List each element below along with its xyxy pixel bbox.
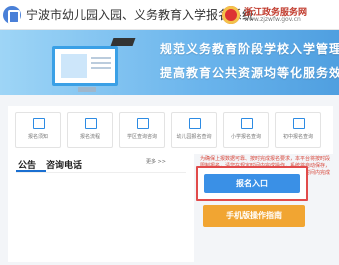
service-registration-notes[interactable]: 报名须知 bbox=[15, 112, 61, 148]
register-entry-button[interactable]: 报名入口 bbox=[204, 174, 300, 193]
service-junior-query[interactable]: 初中报名查询 bbox=[275, 112, 321, 148]
service-label: 学区查询咨询 bbox=[126, 134, 157, 140]
page-title: 宁波市幼儿园入园、义务教育入学报名系统 bbox=[26, 8, 255, 22]
service-label: 初中报名查询 bbox=[282, 134, 313, 140]
divider bbox=[16, 172, 186, 173]
header: 宁波市幼儿园入园、义务教育入学报名系统 浙江政务服务网 www.zjzwfw.g… bbox=[0, 0, 339, 30]
service-kindergarten-query[interactable]: 幼儿园报名查询 bbox=[171, 112, 217, 148]
service-label: 幼儿园报名查询 bbox=[176, 134, 212, 140]
banner: 规范义务教育阶段学校入学管理 提高教育公共资源均等化服务效率 bbox=[0, 30, 339, 95]
tab-consult-phone[interactable]: 咨询电话 bbox=[46, 158, 82, 171]
more-link[interactable]: 更多 >> bbox=[146, 158, 166, 165]
service-district-query[interactable]: 学区查询咨询 bbox=[119, 112, 165, 148]
service-label: 报名流程 bbox=[79, 134, 100, 140]
register-highlight: 报名入口 bbox=[196, 166, 308, 201]
service-primary-query[interactable]: 小学报名查询 bbox=[223, 112, 269, 148]
mobile-guide-button[interactable]: 手机版操作指南 bbox=[203, 205, 305, 227]
map-icon bbox=[137, 118, 149, 129]
graduation-cap-icon bbox=[110, 38, 136, 46]
monitor-stand bbox=[78, 87, 96, 92]
text-lines-illustration bbox=[91, 57, 111, 59]
gov-portal-link[interactable]: 浙江政务服务网 www.zjzwfw.gov.cn bbox=[222, 4, 336, 26]
school-icon bbox=[189, 118, 201, 129]
service-label: 报名须知 bbox=[27, 134, 48, 140]
gov-portal-url: www.zjzwfw.gov.cn bbox=[244, 16, 301, 23]
school-icon bbox=[241, 118, 253, 129]
banner-slogan-2: 提高教育公共资源均等化服务效率 bbox=[160, 66, 339, 80]
monitor-illustration bbox=[52, 46, 118, 86]
document-icon bbox=[85, 118, 97, 129]
emblem-icon bbox=[222, 6, 240, 24]
service-label: 小学报名查询 bbox=[230, 134, 261, 140]
building-icon bbox=[33, 118, 45, 129]
service-registration-process[interactable]: 报名流程 bbox=[67, 112, 113, 148]
banner-slogan-1: 规范义务教育阶段学校入学管理 bbox=[160, 42, 339, 56]
logo-icon bbox=[3, 6, 21, 24]
services-panel: 报名须知 报名流程 学区查询咨询 幼儿园报名查询 小学报名查询 初中报名查询 bbox=[8, 106, 333, 154]
school-icon bbox=[293, 118, 305, 129]
announcement-panel: 公告 咨询电话 更多 >> bbox=[8, 154, 194, 262]
avatar-illustration bbox=[61, 54, 87, 78]
